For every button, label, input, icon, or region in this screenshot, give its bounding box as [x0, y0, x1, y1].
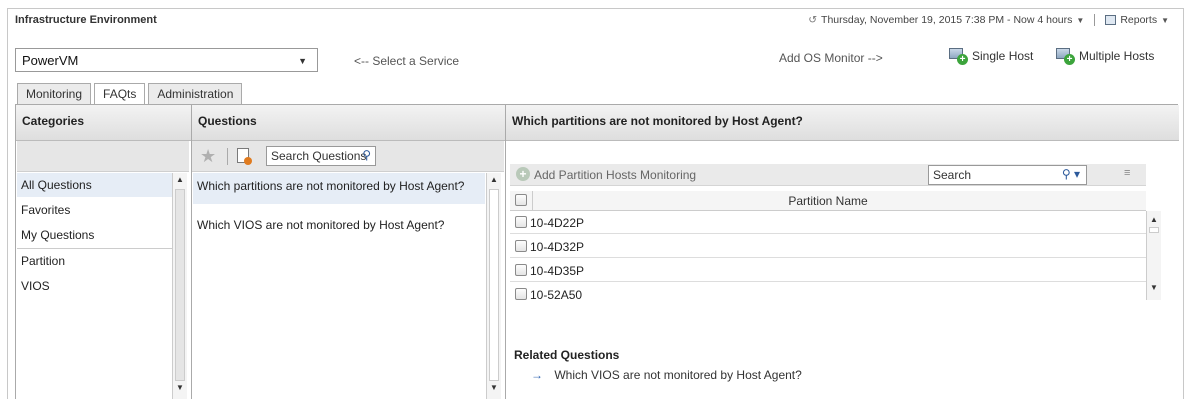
tab-monitoring[interactable]: Monitoring [17, 83, 92, 106]
time-range-label[interactable]: Thursday, November 19, 2015 7:38 PM - No… [821, 14, 1072, 26]
partition-name-cell: 10-52A50 [530, 288, 583, 300]
related-question-label: Which VIOS are not monitored by Host Age… [554, 368, 802, 382]
scroll-thumb[interactable] [489, 189, 499, 381]
categories-header: Categories [16, 105, 191, 141]
tab-administration[interactable]: Administration [148, 83, 243, 106]
search-icon[interactable]: ⚲ [362, 148, 371, 162]
question-item[interactable]: Which partitions are not monitored by Ho… [193, 173, 485, 204]
partition-name-column-header[interactable]: Partition Name [510, 194, 1146, 208]
reports-button[interactable]: Reports [1120, 14, 1157, 26]
row-checkbox[interactable] [515, 288, 527, 300]
column-menu-icon[interactable]: ≡ [1124, 167, 1130, 179]
category-favorites[interactable]: Favorites [17, 198, 172, 222]
scroll-thumb[interactable] [1149, 227, 1159, 233]
chevron-down-icon[interactable]: ▼ [1076, 16, 1084, 25]
table-row[interactable]: 10-4D35P [510, 259, 1146, 282]
table-row[interactable]: 10-52A50 [510, 283, 1146, 300]
service-hint: <-- Select a Service [354, 54, 460, 68]
tab-faqts[interactable]: FAQts [94, 83, 146, 106]
related-question-link[interactable]: → Which VIOS are not monitored by Host A… [531, 368, 802, 382]
search-questions-placeholder: Search Questions [271, 149, 367, 163]
scroll-down-icon[interactable]: ▼ [173, 383, 187, 392]
scroll-up-icon[interactable]: ▲ [1147, 215, 1161, 224]
divider [1094, 14, 1096, 26]
scroll-down-icon[interactable]: ▼ [1147, 283, 1161, 292]
multiple-hosts-label: Multiple Hosts [1079, 48, 1155, 63]
single-host-button[interactable]: + Single Host [949, 48, 1034, 65]
add-partition-hosts-button[interactable]: Add Partition Hosts Monitoring [534, 168, 696, 182]
grid-search-input[interactable]: Search ⚲ ▾ [928, 165, 1087, 185]
scroll-thumb[interactable] [175, 189, 185, 381]
question-item[interactable]: Which VIOS are not monitored by Host Age… [193, 212, 485, 239]
grid-scrollbar[interactable]: ▲ ▼ [1146, 211, 1161, 300]
table-row[interactable]: 10-4D32P [510, 235, 1146, 258]
category-partition[interactable]: Partition [17, 249, 172, 273]
partition-name-cell: 10-4D32P [530, 240, 585, 254]
partitions-grid-header: Partition Name [510, 191, 1146, 211]
reports-icon [1105, 15, 1117, 25]
categories-scrollbar[interactable]: ▲ ▼ [172, 173, 187, 399]
category-my-questions[interactable]: My Questions [17, 223, 172, 247]
column-divider [505, 105, 506, 399]
partitions-grid-toolbar: + Add Partition Hosts Monitoring Search … [510, 164, 1146, 186]
questions-toolbar: ★ Search Questions ⚲ [192, 141, 504, 172]
service-select[interactable]: PowerVM ▼ [15, 48, 318, 72]
arrow-right-icon: → [531, 368, 543, 382]
add-icon: + [516, 167, 530, 181]
scroll-down-icon[interactable]: ▼ [487, 383, 501, 392]
row-checkbox[interactable] [515, 216, 527, 228]
service-select-value: PowerVM [22, 53, 79, 68]
row-checkbox[interactable] [515, 264, 527, 276]
questions-scrollbar[interactable]: ▲ ▼ [486, 173, 501, 399]
divider [227, 148, 228, 165]
chevron-down-icon[interactable]: ▼ [1161, 16, 1169, 25]
star-icon[interactable]: ★ [200, 146, 216, 167]
detail-title: Which partitions are not monitored by Ho… [506, 105, 1179, 141]
add-hosts-icon: + [1056, 48, 1075, 65]
search-icon[interactable]: ⚲ ▾ [1062, 167, 1080, 181]
category-vios[interactable]: VIOS [17, 274, 172, 298]
multiple-hosts-button[interactable]: + Multiple Hosts [1056, 48, 1155, 65]
scroll-up-icon[interactable]: ▲ [173, 175, 187, 184]
add-host-icon: + [949, 48, 968, 65]
partition-name-cell: 10-4D22P [530, 216, 585, 230]
row-checkbox[interactable] [515, 240, 527, 252]
questions-header: Questions [192, 105, 505, 141]
new-question-icon[interactable] [237, 148, 252, 165]
time-range-icon: ↺ [808, 14, 818, 26]
grid-search-placeholder: Search [933, 168, 972, 182]
category-all-questions[interactable]: All Questions [17, 173, 172, 197]
categories-toolbar [17, 141, 189, 172]
partition-name-cell: 10-4D35P [530, 264, 585, 278]
add-os-monitor-label: Add OS Monitor --> [779, 51, 883, 65]
related-questions-title: Related Questions [514, 348, 620, 362]
chevron-down-icon: ▼ [298, 56, 307, 66]
search-questions-input[interactable]: Search Questions ⚲ [266, 146, 376, 166]
page-title: Infrastructure Environment [15, 14, 157, 26]
table-row[interactable]: 10-4D22P [510, 211, 1146, 234]
tab-bar: Monitoring FAQts Administration [17, 83, 243, 106]
single-host-label: Single Host [972, 48, 1034, 63]
scroll-up-icon[interactable]: ▲ [487, 175, 501, 184]
header-toolbar: ↺ Thursday, November 19, 2015 7:38 PM - … [808, 14, 1169, 26]
